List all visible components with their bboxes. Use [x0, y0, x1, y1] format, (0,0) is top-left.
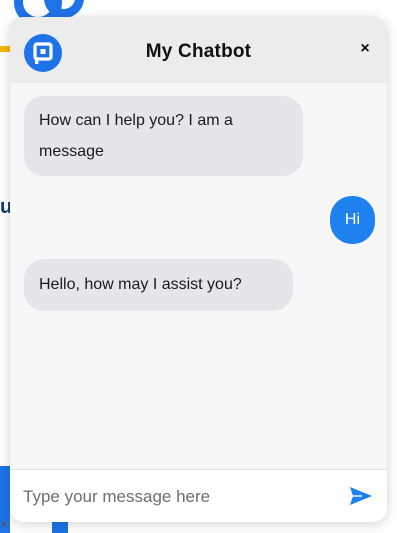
- background-close-icon: ×: [0, 516, 9, 532]
- close-icon[interactable]: ×: [355, 39, 375, 59]
- message-list: How can I help you? I am a message Hi He…: [10, 83, 387, 469]
- send-icon[interactable]: [349, 485, 373, 507]
- user-message: Hi: [329, 196, 375, 244]
- page: u × My Chatbot × How can I help you? I a…: [0, 0, 397, 533]
- bot-message: Hello, how may I assist you?: [24, 259, 293, 311]
- bot-message: How can I help you? I am a message: [24, 96, 303, 176]
- message-composer: [10, 469, 387, 522]
- chat-widget: My Chatbot × How can I help you? I am a …: [10, 17, 387, 522]
- chat-header: My Chatbot ×: [10, 17, 387, 83]
- message-input[interactable]: [23, 483, 333, 511]
- chat-title: My Chatbot: [145, 41, 252, 62]
